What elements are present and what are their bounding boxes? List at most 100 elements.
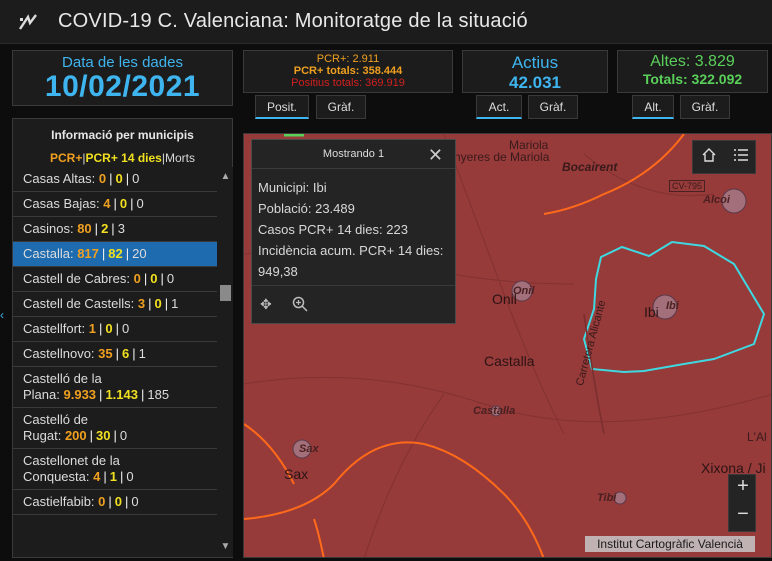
altes-panel: Altes: 3.829 Totals: 322.092 <box>617 50 768 93</box>
tab-alt[interactable]: Alt. <box>632 95 674 119</box>
list-item[interactable]: Castell de Cabres: 0 | 0 | 0 <box>13 267 217 292</box>
list-item[interactable]: Castalla: 817 | 82 | 20 <box>13 242 217 267</box>
value-separator: | <box>103 469 107 484</box>
value-separator: | <box>143 271 148 286</box>
pcr-value: 1 <box>88 321 96 336</box>
morts-value: 0 <box>122 321 130 336</box>
municipi-name-cont: Rugat: <box>23 428 62 443</box>
zoom-to-icon[interactable] <box>292 296 308 315</box>
page-title: COVID-19 C. Valenciana: Monitoratge de l… <box>58 10 528 32</box>
value-separator: | <box>99 387 103 402</box>
list-item[interactable]: Castellnovo: 35 | 6 | 1 <box>13 342 217 367</box>
morts-value: 0 <box>166 271 175 286</box>
map-label-agres: nyeres de Mariola <box>454 150 550 164</box>
pcr14-value: 82 <box>108 246 123 261</box>
value-separator: | <box>115 346 120 361</box>
tab-posit[interactable]: Posit. <box>255 95 309 119</box>
chevron-left-icon[interactable]: ‹ <box>0 308 6 328</box>
map-label-ibi: Ibi <box>644 304 659 320</box>
legend-morts: Morts <box>164 151 195 165</box>
list-item[interactable]: Castellfort: 1 | 0 | 0 <box>13 317 217 342</box>
map-label-lal: L'Al <box>747 430 767 444</box>
map-label-alcoi: Alcoi <box>703 194 730 206</box>
municipi-name: Casas Altas: <box>23 171 96 186</box>
list-icon[interactable] <box>733 147 749 168</box>
value-separator: | <box>89 428 94 443</box>
pcr14-value: 6 <box>122 346 130 361</box>
municipis-panel: Informació per municipis PCR+|PCR+ 14 di… <box>12 118 233 558</box>
pcr-value: 80 <box>77 221 92 236</box>
list-item[interactable]: Castell de Castells: 3 | 0 | 1 <box>13 292 217 317</box>
value-separator: | <box>119 469 124 484</box>
municipi-name: Castalla: <box>23 246 74 261</box>
pcr-daily: PCR+: 2.911 <box>316 53 380 65</box>
value-separator: | <box>125 246 130 261</box>
map-label-castalla-small: Castalla <box>473 405 516 417</box>
value-separator: | <box>108 494 112 509</box>
tab-act[interactable]: Act. <box>476 95 522 119</box>
close-icon[interactable]: ✕ <box>428 145 443 166</box>
altes-label: Altes: 3.829 <box>650 53 735 70</box>
pcr14-value: 30 <box>96 428 111 443</box>
value-separator: | <box>113 196 117 211</box>
map-label-ibi-small: Ibi <box>666 300 679 312</box>
list-scrollbar[interactable]: ▲ ▼ <box>217 167 233 557</box>
map-label-sax-small: Sax <box>299 443 319 455</box>
popup-poblacio: Població: 23.489 <box>258 201 355 216</box>
map-label-onil: Onil <box>492 291 517 307</box>
list-item[interactable]: Casas Bajas: 4 | 0 | 0 <box>13 192 217 217</box>
altes-total: Totals: 322.092 <box>642 71 743 87</box>
value-separator: | <box>111 221 115 236</box>
list-item[interactable]: Castelló de la Plana: 9.933 | 1.143 | 185 <box>13 367 217 408</box>
list-item[interactable]: Castelló de Rugat: 200 | 30 | 0 <box>13 408 217 449</box>
popup-title: Mostrando 1 <box>252 140 455 169</box>
tab-graf-alt[interactable]: Gràf. <box>680 95 730 119</box>
municipi-name: Castellnovo: <box>23 346 95 361</box>
map-attribution: Institut Cartogràfic Valencià <box>585 536 755 552</box>
list-item[interactable]: Casinos: 80 | 2 | 3 <box>13 217 217 242</box>
morts-value: 0 <box>119 428 128 443</box>
map-label-bocairent: Bocairent <box>562 160 618 174</box>
morts-value: 1 <box>171 296 179 311</box>
map-label-castalla: Castalla <box>484 353 535 369</box>
municipi-name-cont: Conquesta: <box>23 469 90 484</box>
tab-graf-posit[interactable]: Gràf. <box>316 95 366 119</box>
popup-casos: Casos PCR+ 14 dies: 223 <box>258 222 408 237</box>
home-icon[interactable] <box>701 147 717 168</box>
municipi-name: Castell de Castells: <box>23 296 135 311</box>
move-icon[interactable]: ✥ <box>260 296 272 313</box>
pcr-value: 3 <box>137 296 146 311</box>
tab-graf-act[interactable]: Gràf. <box>528 95 578 119</box>
municipis-heading: Informació per municipis <box>51 128 194 142</box>
value-separator: | <box>164 296 169 311</box>
scroll-down-icon[interactable]: ▼ <box>220 541 231 553</box>
value-separator: | <box>130 196 134 211</box>
value-separator: | <box>101 246 106 261</box>
value-separator: | <box>148 296 152 311</box>
actius-panel: Actius 42.031 <box>462 50 608 93</box>
list-item[interactable]: Castielfabib: 0 | 0 | 0 <box>13 490 217 515</box>
value-separator: | <box>160 271 164 286</box>
pcr-panel: PCR+: 2.911 PCR+ totals: 358.444 Positiu… <box>243 50 453 93</box>
value-separator: | <box>125 494 129 509</box>
date-label: Data de les dades <box>62 54 183 71</box>
municipis-list[interactable]: Casas Altas: 0 | 0 | 0 Casas Bajas: 4 | 0 | 0 Casi… <box>13 167 217 557</box>
popup-actions: ✥ <box>252 285 455 323</box>
morts-value: 1 <box>138 346 146 361</box>
value-separator: | <box>113 428 117 443</box>
list-item[interactable]: Casas Altas: 0 | 0 | 0 <box>13 167 217 192</box>
pcr14-value: 0 <box>154 296 162 311</box>
municipi-name: Castellfort: <box>23 321 86 336</box>
zoom-out-button[interactable]: − <box>729 503 757 526</box>
value-separator: | <box>109 171 113 186</box>
scroll-up-icon[interactable]: ▲ <box>220 171 231 183</box>
legend-pcr: PCR+ <box>50 151 83 165</box>
list-item[interactable]: Castellonet de la Conquesta: 4 | 1 | 0 <box>13 449 217 490</box>
popup-incidencia: Incidència acum. PCR+ 14 dies: 949,38 <box>258 243 444 279</box>
zoom-in-button[interactable]: + <box>729 475 757 498</box>
value-separator: | <box>94 221 99 236</box>
scroll-thumb[interactable] <box>220 285 231 301</box>
date-value: 10/02/2021 <box>44 70 201 103</box>
pcr14-value: 0 <box>105 321 113 336</box>
covid-logo-icon <box>18 13 40 31</box>
